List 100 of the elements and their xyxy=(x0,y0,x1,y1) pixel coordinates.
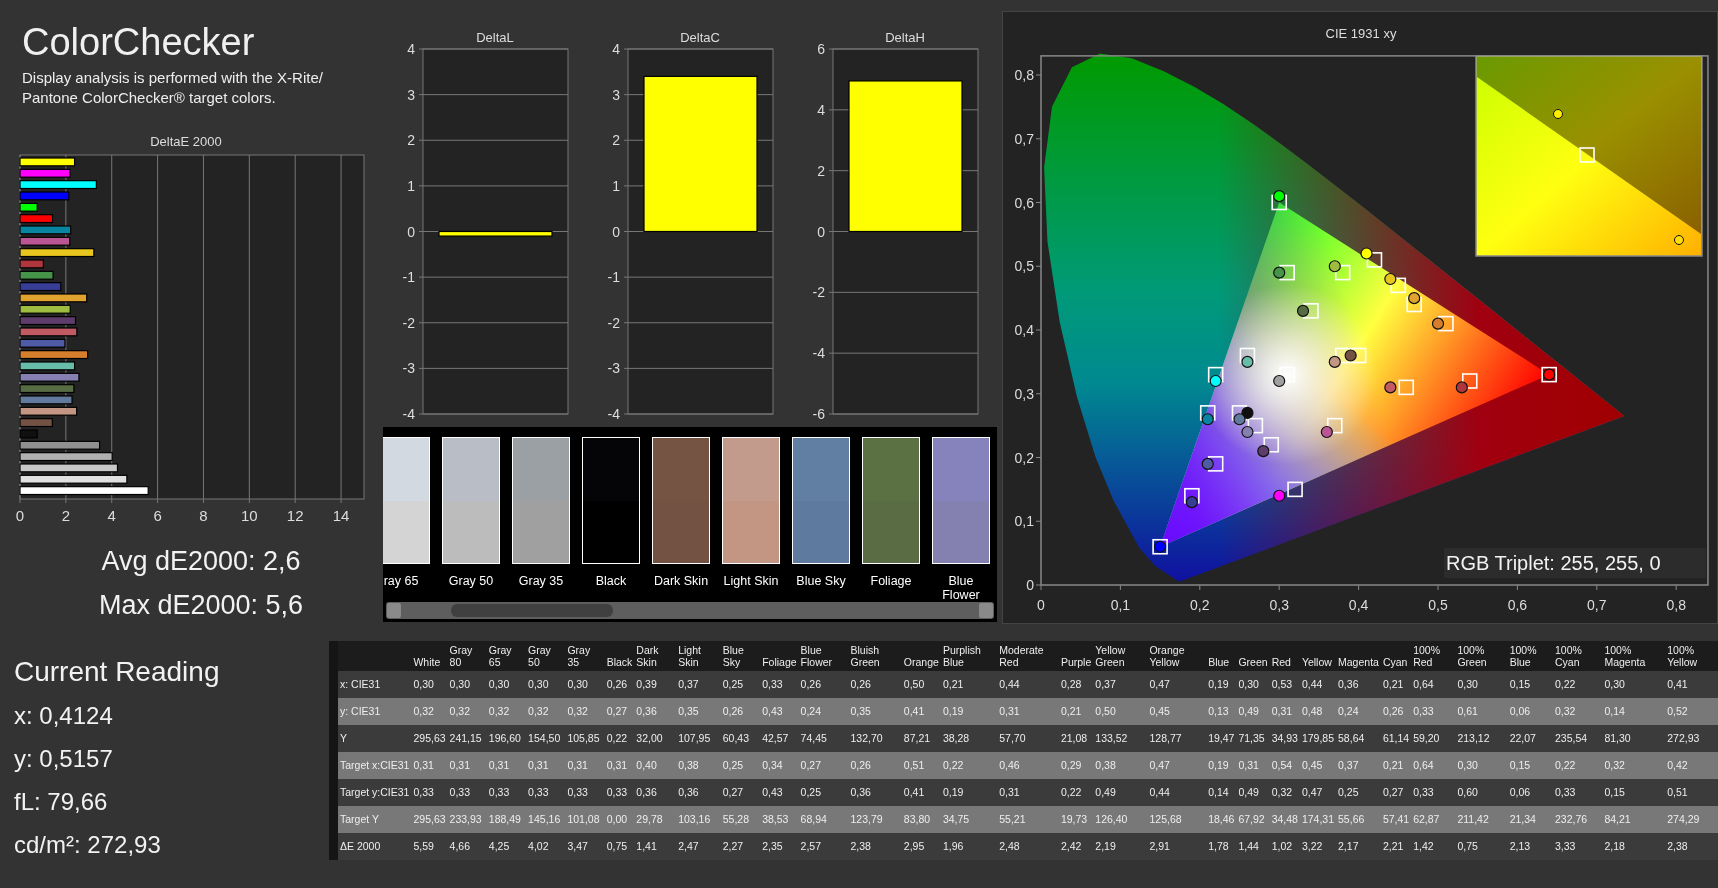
chart-title: DeltaL xyxy=(476,30,514,45)
axis-tick-label: 1 xyxy=(407,177,415,194)
target-marker xyxy=(1199,405,1216,421)
table-cell: 0,06 xyxy=(1507,698,1553,725)
column-header: Yellow xyxy=(1299,641,1337,671)
table-cell: 123,79 xyxy=(848,806,902,833)
table-cell: 133,52 xyxy=(1093,725,1148,752)
table-cell: 0,32 xyxy=(1602,752,1666,779)
table-cell: 0,49 xyxy=(1093,779,1148,806)
axis-tick-label: 3 xyxy=(612,86,620,103)
target-marker xyxy=(1271,194,1287,211)
table-cell: 3,47 xyxy=(565,833,605,860)
swatch-label: Gray 35 xyxy=(518,574,564,588)
axis-tick-label: 0 xyxy=(407,223,415,240)
column-header: Magenta xyxy=(1336,641,1381,671)
bar xyxy=(19,157,76,167)
axis-tick-label: -2 xyxy=(607,314,620,331)
bar xyxy=(19,168,71,178)
table-cell: 0,50 xyxy=(901,671,941,698)
table-cell: 0,32 xyxy=(526,698,566,725)
table-cell: 2,47 xyxy=(676,833,721,860)
axis-tick-label: -1 xyxy=(607,269,620,286)
target-marker xyxy=(1438,315,1454,332)
axis-tick-label: 0,2 xyxy=(1190,597,1210,613)
table-cell: 0,47 xyxy=(1147,752,1207,779)
table-cell: 0,39 xyxy=(634,671,677,698)
target-marker xyxy=(1366,252,1383,268)
table-cell: 0,47 xyxy=(1299,779,1337,806)
table-cell: 0,60 xyxy=(1455,779,1508,806)
column-header: Cyan xyxy=(1380,641,1412,671)
table-cell: 0,15 xyxy=(1507,671,1553,698)
target-marker xyxy=(1350,347,1367,364)
table-cell: 4,02 xyxy=(526,833,566,860)
table-cell: 174,31 xyxy=(1299,806,1337,833)
table-cell: 0,31 xyxy=(565,752,605,779)
scroll-right-button[interactable] xyxy=(979,603,993,618)
table-cell: 0,36 xyxy=(634,698,677,725)
scrollbar[interactable] xyxy=(386,602,994,619)
axis-tick-label: 0,3 xyxy=(1269,597,1289,613)
measured-point xyxy=(1296,304,1310,317)
table-cell: 125,68 xyxy=(1147,806,1207,833)
swatch-label: Dark Skin xyxy=(653,574,709,588)
table-cell: 0,25 xyxy=(720,671,761,698)
axis-tick-label: 0,1 xyxy=(1110,597,1131,613)
table-cell: 84,21 xyxy=(1602,806,1666,833)
table-cell: 2,38 xyxy=(1665,833,1718,860)
axis-tick-label: -2 xyxy=(402,314,415,331)
table-cell: 0,21 xyxy=(940,671,998,698)
target-marker xyxy=(1239,347,1256,364)
column-header: 100% Red xyxy=(1411,641,1456,671)
table-cell: 0,33 xyxy=(411,779,448,806)
target-marker xyxy=(1287,481,1303,498)
column-header: Light Skin xyxy=(676,641,721,671)
column-header: Blue xyxy=(1206,641,1237,671)
table-cell: 0,37 xyxy=(676,671,721,698)
reading-value: cd/m²: 272,93 xyxy=(14,830,162,860)
axis-tick-label: 4 xyxy=(407,41,415,57)
column-header: 100% Blue xyxy=(1507,641,1553,671)
table-cell: 0,41 xyxy=(1665,671,1718,698)
table-cell: 0,31 xyxy=(526,752,566,779)
reading-value: y: 0,5157 xyxy=(14,744,114,774)
table-cell: 0,31 xyxy=(604,752,635,779)
bar xyxy=(19,361,76,371)
table-cell: 2,95 xyxy=(901,833,941,860)
section-title: Current Reading xyxy=(14,655,221,689)
table-cell: 0,75 xyxy=(1455,833,1508,860)
table-cell: 59,20 xyxy=(1411,725,1456,752)
table-cell: 2,17 xyxy=(1336,833,1381,860)
target-marker xyxy=(1461,373,1478,389)
app-title: ColorChecker xyxy=(22,20,256,64)
scroll-left-button[interactable] xyxy=(387,603,401,618)
table-cell: 241,15 xyxy=(447,725,487,752)
table-cell: 0,33 xyxy=(447,779,487,806)
target-marker xyxy=(1184,487,1200,504)
table-cell: 2,21 xyxy=(1380,833,1412,860)
table-cell: 211,42 xyxy=(1455,806,1508,833)
table-cell: 2,42 xyxy=(1058,833,1094,860)
table-cell: 0,75 xyxy=(604,833,635,860)
axis-tick-label: 8 xyxy=(199,507,208,524)
table-cell: 0,61 xyxy=(1455,698,1508,725)
column-header: Purplish Blue xyxy=(940,641,998,671)
table-cell: 1,44 xyxy=(1236,833,1270,860)
table-cell: 0,33 xyxy=(1411,779,1456,806)
measured-point xyxy=(1201,413,1214,426)
column-header: Blue Sky xyxy=(720,641,761,671)
table-cell: 0,37 xyxy=(1336,752,1381,779)
column-header: Bluish Green xyxy=(848,641,902,671)
table-cell: 0,22 xyxy=(604,725,635,752)
table-cell: 4,66 xyxy=(447,833,487,860)
table-cell: 62,87 xyxy=(1411,806,1456,833)
scrollbar-thumb[interactable] xyxy=(451,604,613,617)
axis-tick-label: 14 xyxy=(332,507,350,524)
axis-tick-label: 2 xyxy=(817,162,825,179)
column-header: Purple xyxy=(1058,641,1094,671)
measured-point xyxy=(1431,317,1445,330)
measured-point xyxy=(1273,489,1286,502)
axis-tick-label: 0 xyxy=(612,223,620,240)
table-cell: 101,08 xyxy=(565,806,605,833)
column-header: White xyxy=(411,641,448,671)
column-header: Foliage xyxy=(760,641,799,671)
